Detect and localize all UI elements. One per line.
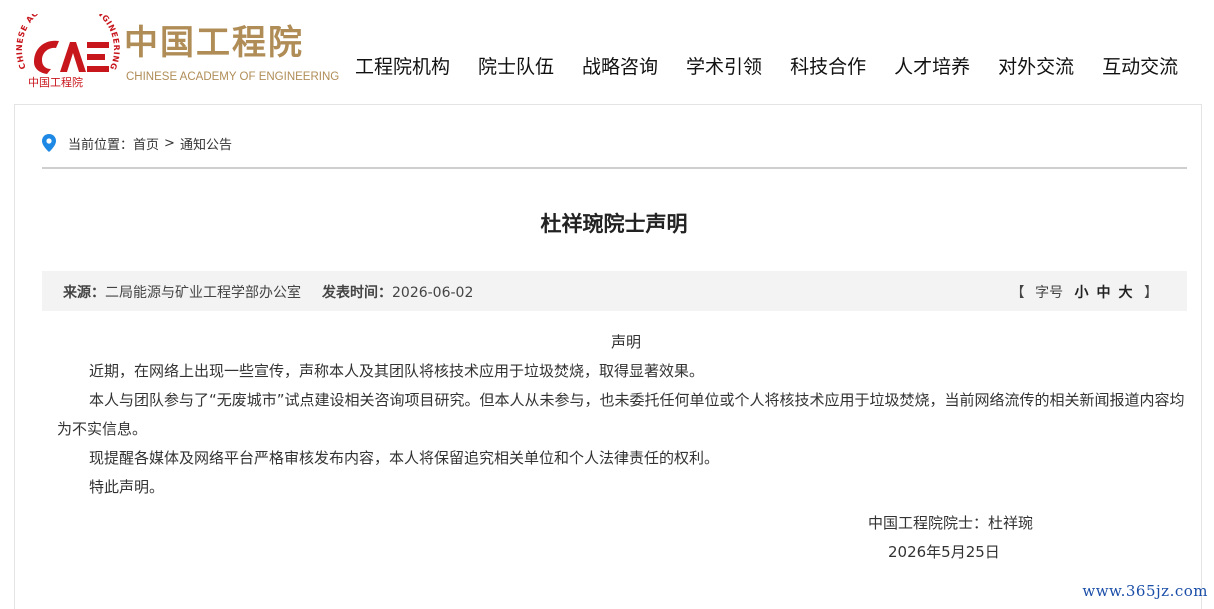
breadcrumb-notices-link[interactable]: 通知公告	[180, 134, 232, 153]
site-header: CHINESE ACADEMY OF ENGINEERING 中国工程院 中国工…	[0, 0, 1214, 104]
nav-item-academic[interactable]: 学术引领	[686, 52, 762, 82]
paragraph: 本人与团队参与了“无废城市”试点建设相关咨询项目研究。但本人从未参与，也未委托任…	[57, 391, 1185, 438]
date-value: 2026-06-02	[392, 285, 474, 301]
signature: 中国工程院院士：杜祥琬	[868, 514, 1034, 532]
statement-heading: 声明	[610, 333, 641, 351]
nav-item-talent[interactable]: 人才培养	[894, 52, 970, 82]
breadcrumb-home-link[interactable]: 首页	[133, 134, 159, 153]
font-size-label: 字号	[1035, 285, 1064, 301]
date-label: 发表时间：	[322, 285, 392, 301]
signature-date: 2026年5月25日	[888, 543, 1000, 561]
logo-graphic: CHINESE ACADEMY OF ENGINEERING 中国工程院 中国工…	[15, 0, 339, 89]
source-label: 来源：	[63, 285, 105, 301]
bracket-close: 】	[1144, 285, 1158, 301]
nav-item-interaction[interactable]: 互动交流	[1102, 52, 1178, 82]
divider	[42, 167, 1187, 169]
font-size-switcher: 【 字号 小中大 】	[1008, 282, 1161, 302]
nav-item-international[interactable]: 对外交流	[998, 52, 1074, 82]
paragraph: 现提醒各媒体及网络平台严格审核发布内容，本人将保留追究相关单位和个人法律责任的权…	[89, 449, 720, 467]
bracket-open: 【	[1010, 285, 1025, 301]
site-logo[interactable]: CHINESE ACADEMY OF ENGINEERING 中国工程院 中国工…	[14, 0, 344, 94]
breadcrumb-separator: >	[164, 135, 175, 151]
paragraph: 近期，在网络上出现一些宣传，声称本人及其团队将核技术应用于垃圾焚烧，取得显著效果…	[89, 362, 705, 380]
font-size-large-button[interactable]: 大	[1119, 285, 1133, 301]
article-meta-bar: 来源：二局能源与矿业工程学部办公室 发表时间：2026-06-02 【 字号 小…	[42, 271, 1187, 311]
logo-title-cn: 中国工程院	[124, 23, 304, 63]
article-title: 杜祥琬院士声明	[540, 212, 688, 236]
font-size-small-button[interactable]: 小	[1075, 285, 1089, 301]
main-nav: 工程院机构 院士队伍 战略咨询 学术引领 科技合作 人才培养 对外交流 互动交流	[355, 52, 1206, 82]
article-source: 来源：二局能源与矿业工程学部办公室	[63, 282, 301, 302]
font-size-medium-button[interactable]: 中	[1097, 285, 1111, 301]
nav-item-members[interactable]: 院士队伍	[478, 52, 554, 82]
logo-small-cn: 中国工程院	[28, 75, 83, 89]
watermark: www.365jz.com	[1082, 582, 1208, 600]
breadcrumb-prefix: 当前位置：	[68, 137, 134, 153]
nav-item-cooperation[interactable]: 科技合作	[790, 52, 866, 82]
paragraph: 特此声明。	[89, 478, 165, 496]
logo-title-en: CHINESE ACADEMY OF ENGINEERING	[126, 71, 339, 83]
article-date: 发表时间：2026-06-02	[322, 282, 473, 302]
nav-item-strategic-consulting[interactable]: 战略咨询	[582, 52, 658, 82]
nav-item-institutions[interactable]: 工程院机构	[355, 52, 450, 82]
breadcrumb: 当前位置： 首页 > 通知公告	[42, 132, 232, 154]
article-body: 声明 近期，在网络上出现一些宣传，声称本人及其团队将核技术应用于垃圾焚烧，取得显…	[57, 328, 1187, 502]
source-value: 二局能源与矿业工程学部办公室	[105, 285, 301, 301]
location-pin-icon	[42, 134, 56, 152]
